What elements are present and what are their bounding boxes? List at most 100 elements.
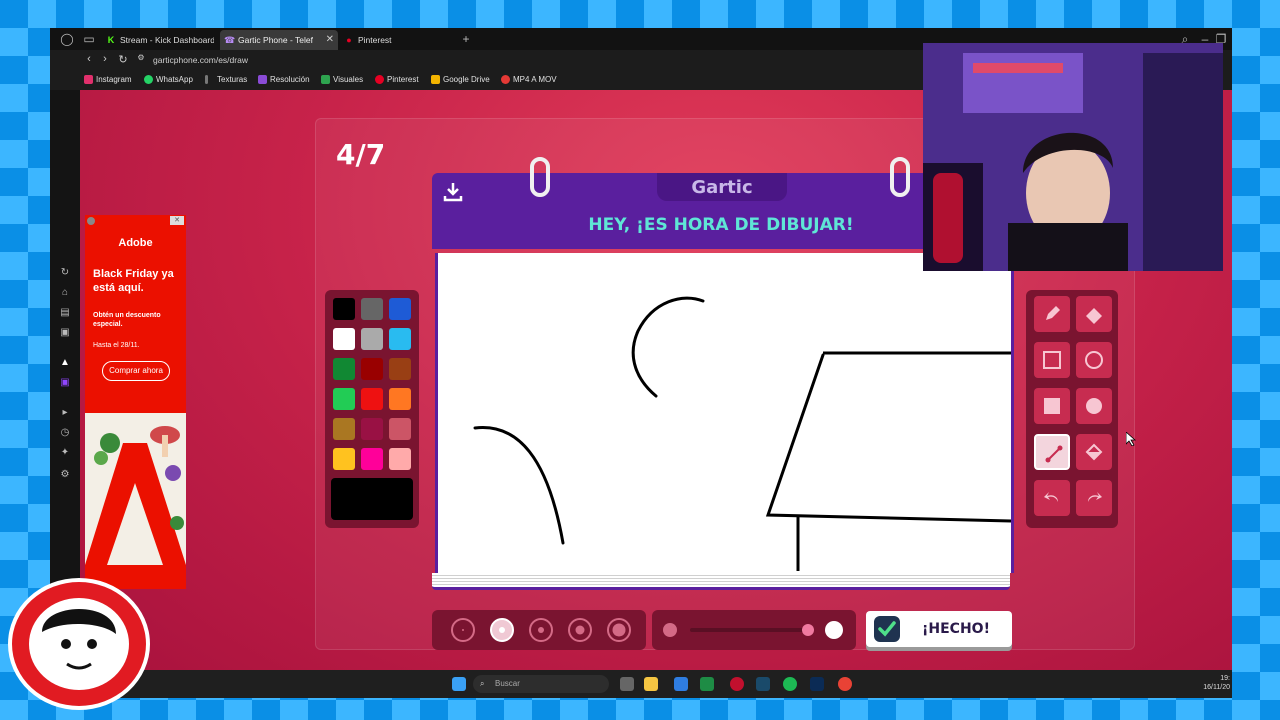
visuales-icon (321, 75, 330, 84)
tab-pinterest[interactable]: ● Pinterest (340, 30, 440, 50)
brush-size-bar (432, 610, 646, 650)
chrome-icon[interactable] (838, 677, 852, 691)
back-icon[interactable]: ‹ (82, 53, 96, 65)
color-swatch[interactable] (389, 418, 411, 440)
color-swatch[interactable] (333, 388, 355, 410)
twitch-icon[interactable]: ▣ (60, 378, 70, 388)
brush-size-1[interactable] (451, 618, 475, 642)
workspaces-icon[interactable]: ▭ (82, 32, 96, 46)
search-icon: ⌕ (480, 679, 485, 688)
color-swatch[interactable] (361, 448, 383, 470)
kick-icon: K (107, 35, 115, 45)
color-swatch[interactable] (361, 298, 383, 320)
bookmark-texturas[interactable]: Texturas (205, 73, 247, 87)
color-swatch[interactable] (361, 328, 383, 350)
download-icon[interactable] (442, 181, 466, 205)
adobe-ad[interactable]: ✕ Adobe Black Friday ya está aquí. Obtén… (85, 215, 186, 589)
file-explorer-icon[interactable] (644, 677, 658, 691)
site-info-icon[interactable]: ⚙ (134, 53, 148, 62)
circle-fill-tool[interactable] (1076, 388, 1112, 424)
gaming-icon[interactable]: ▤ (60, 308, 70, 318)
bookmark-mp4-a-mov[interactable]: MP4 A MOV (501, 73, 557, 87)
bookmark-whatsapp[interactable]: WhatsApp (144, 73, 193, 87)
browser-menu-icon[interactable]: ◯ (60, 32, 74, 46)
settings-icon[interactable]: ⚙ (60, 470, 70, 480)
bookmark-visuales[interactable]: Visuales (321, 73, 363, 87)
bookmark-label: WhatsApp (156, 75, 193, 84)
tab-gartic[interactable]: ☎ Gartic Phone - Telef ✕ (220, 30, 338, 50)
color-swatch[interactable] (333, 298, 355, 320)
fill-bucket-tool[interactable] (1076, 434, 1112, 470)
opacity-slider[interactable] (652, 610, 856, 650)
color-swatch[interactable] (389, 358, 411, 380)
store-app-icon[interactable] (674, 677, 688, 691)
color-swatch[interactable] (333, 358, 355, 380)
color-swatch[interactable] (361, 388, 383, 410)
messenger-icon[interactable]: ▣ (60, 328, 70, 338)
brush-size-2[interactable] (490, 618, 514, 642)
brush-size-4[interactable] (568, 618, 592, 642)
vscode-icon[interactable] (756, 677, 770, 691)
color-swatch[interactable] (361, 358, 383, 380)
aria-icon[interactable]: ▲ (60, 358, 70, 368)
color-swatch[interactable] (389, 448, 411, 470)
tab-label: Gartic Phone - Telef (238, 35, 313, 45)
task-view-icon[interactable] (620, 677, 634, 691)
reload-icon[interactable]: ↻ (116, 53, 130, 66)
color-palette (325, 290, 419, 528)
brush-size-3[interactable] (529, 618, 553, 642)
ad-close-icon[interactable]: ✕ (170, 216, 184, 225)
redo-tool[interactable] (1076, 480, 1112, 516)
new-tab-button[interactable]: + (459, 32, 473, 46)
eraser-tool[interactable] (1076, 296, 1112, 332)
color-swatch[interactable] (361, 418, 383, 440)
bookmark-instagram[interactable]: Instagram (84, 73, 132, 87)
line-tool[interactable] (1034, 434, 1070, 470)
ad-subtext: Obtén un descuento especial. (93, 312, 161, 328)
ad-info-icon[interactable] (87, 217, 95, 225)
windows-start-icon[interactable] (452, 677, 466, 691)
texture-icon (205, 75, 208, 84)
bookmark-label: Texturas (217, 75, 248, 84)
logo-tab: Gartic (657, 173, 787, 201)
search-placeholder: Buscar (495, 679, 520, 688)
done-button[interactable]: ¡HECHO! (866, 611, 1012, 647)
pencil-tool[interactable] (1034, 296, 1070, 332)
color-swatch[interactable] (333, 328, 355, 350)
resolution-icon (258, 75, 267, 84)
gartic-logo: Gartic (691, 177, 753, 198)
history-icon[interactable]: ↻ (60, 268, 70, 278)
close-tab-icon[interactable]: ✕ (326, 30, 334, 50)
color-swatch[interactable] (389, 388, 411, 410)
bookmark-google-drive[interactable]: Google Drive (431, 73, 490, 87)
notebook-ring-right (890, 157, 910, 197)
tab-kick[interactable]: K Stream - Kick Dashboard (102, 30, 214, 50)
taskbar-search[interactable]: ⌕ Buscar (473, 675, 609, 693)
circle-outline-tool[interactable] (1076, 342, 1112, 378)
clock-icon[interactable]: ◷ (60, 428, 70, 438)
color-swatch[interactable] (389, 298, 411, 320)
spotify-icon[interactable] (783, 677, 797, 691)
excel-icon[interactable] (700, 677, 714, 691)
url-field[interactable]: garticphone.com/es/draw (153, 52, 248, 68)
forward-icon[interactable]: › (98, 53, 112, 65)
done-label: ¡HECHO! (922, 621, 990, 637)
drawing-canvas[interactable] (435, 253, 1014, 573)
store-icon[interactable]: ⌂ (60, 288, 70, 298)
current-color-preview (331, 478, 413, 520)
extensions-icon[interactable]: ✦ (60, 448, 70, 458)
color-swatch[interactable] (333, 448, 355, 470)
player-icon[interactable]: ▸ (60, 408, 70, 418)
ad-buy-button[interactable]: Comprar ahora (102, 361, 170, 381)
rectangle-fill-tool[interactable] (1034, 388, 1070, 424)
bookmark-resolucion[interactable]: Resolución (258, 73, 310, 87)
checkmark-icon (874, 616, 900, 642)
color-swatch[interactable] (389, 328, 411, 350)
color-swatch[interactable] (333, 418, 355, 440)
opera-gx-icon[interactable] (730, 677, 744, 691)
undo-tool[interactable] (1034, 480, 1070, 516)
bookmark-pinterest[interactable]: Pinterest (375, 73, 419, 87)
photoshop-icon[interactable] (810, 677, 824, 691)
rectangle-outline-tool[interactable] (1034, 342, 1070, 378)
brush-size-5[interactable] (607, 618, 631, 642)
